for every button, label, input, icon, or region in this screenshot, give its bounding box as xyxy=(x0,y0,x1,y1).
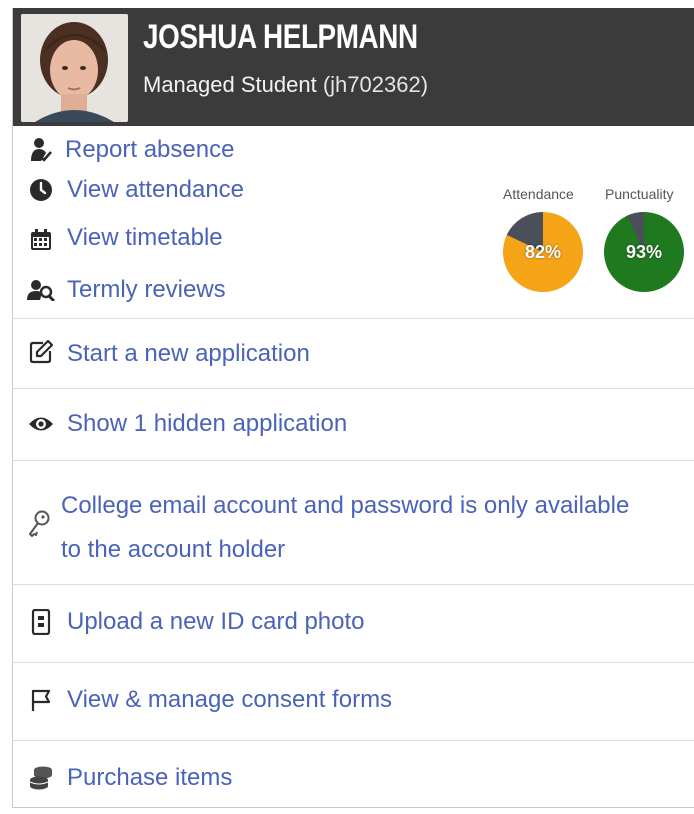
punctuality-label: Punctuality xyxy=(605,186,674,202)
show-hidden-application-link[interactable]: Show 1 hidden application xyxy=(13,406,694,446)
student-name: JOSHUA HELPMANN xyxy=(143,18,418,56)
person-check-icon xyxy=(27,136,55,164)
start-application-link[interactable]: Start a new application xyxy=(13,334,694,374)
termly-reviews-link[interactable]: Termly reviews xyxy=(13,272,694,308)
attendance-label: Attendance xyxy=(503,186,574,202)
report-absence-link[interactable]: Report absence xyxy=(13,132,694,168)
upload-id-photo-link[interactable]: Upload a new ID card photo xyxy=(13,604,694,644)
student-photo xyxy=(21,14,128,122)
eye-icon xyxy=(27,410,55,438)
key-icon xyxy=(25,510,53,538)
divider xyxy=(13,388,694,389)
edit-icon xyxy=(27,338,55,366)
divider xyxy=(13,460,694,461)
coins-icon xyxy=(27,764,55,792)
consent-forms-label[interactable]: View & manage consent forms xyxy=(67,686,392,714)
divider xyxy=(13,662,694,663)
termly-reviews-label[interactable]: Termly reviews xyxy=(67,276,226,304)
view-timetable-label[interactable]: View timetable xyxy=(67,224,223,252)
consent-forms-link[interactable]: View & manage consent forms xyxy=(13,682,694,722)
id-card-icon xyxy=(27,608,55,636)
student-header: JOSHUA HELPMANN Managed Student (jh70236… xyxy=(13,8,694,126)
punctuality-value: 93% xyxy=(625,242,663,262)
student-subtitle: Managed Student (jh702362) xyxy=(143,72,428,98)
college-email-info: College email account and password is on… xyxy=(13,478,694,568)
divider xyxy=(13,740,694,741)
divider xyxy=(13,318,694,319)
view-timetable-link[interactable]: View timetable xyxy=(13,222,694,258)
divider xyxy=(13,584,694,585)
student-role: Managed Student xyxy=(143,72,317,97)
attendance-value: 82% xyxy=(524,242,562,262)
person-search-icon xyxy=(27,276,55,304)
view-attendance-link[interactable]: View attendance xyxy=(13,174,694,210)
flag-icon xyxy=(27,686,55,714)
clock-icon xyxy=(27,176,55,204)
upload-id-photo-label[interactable]: Upload a new ID card photo xyxy=(67,608,365,636)
college-email-line2: to the account holder xyxy=(61,536,286,563)
college-email-text: College email account and password is on… xyxy=(61,484,629,572)
purchase-items-label[interactable]: Purchase items xyxy=(67,764,232,792)
student-card: JOSHUA HELPMANN Managed Student (jh70236… xyxy=(12,8,694,808)
show-hidden-application-label[interactable]: Show 1 hidden application xyxy=(67,410,347,438)
report-absence-label[interactable]: Report absence xyxy=(65,136,234,164)
start-application-label[interactable]: Start a new application xyxy=(67,340,310,368)
purchase-items-link[interactable]: Purchase items xyxy=(13,760,694,800)
view-attendance-label[interactable]: View attendance xyxy=(67,176,244,204)
student-id: (jh702362) xyxy=(322,72,429,97)
avatar xyxy=(21,14,128,122)
calendar-icon xyxy=(27,226,55,254)
college-email-line1: College email account and password is on… xyxy=(61,492,630,519)
